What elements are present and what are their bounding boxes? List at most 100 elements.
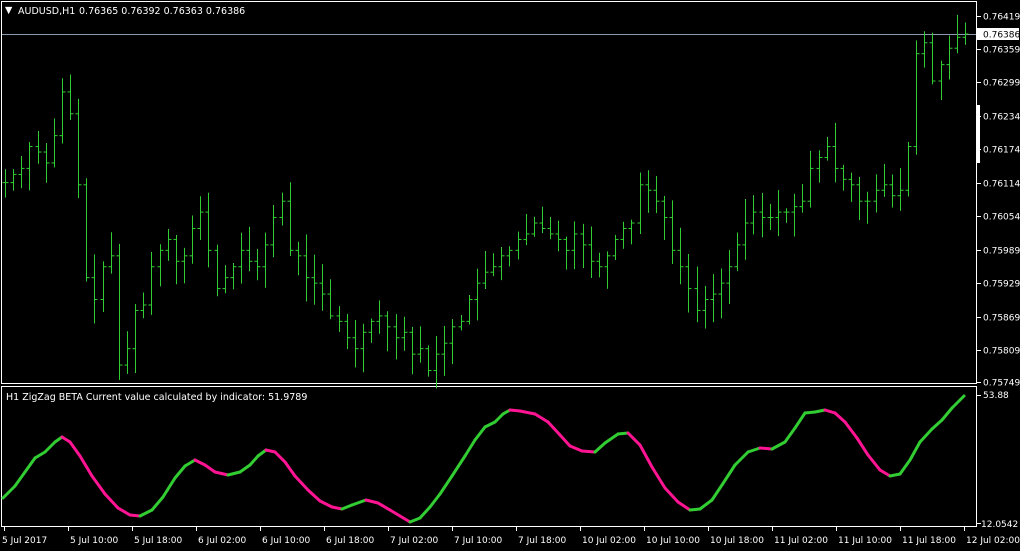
time-tick-label: 6 Jul 10:00: [262, 536, 311, 546]
indicator-segment: [418, 505, 432, 520]
chart-menu-arrow-icon[interactable]: ▼: [5, 5, 13, 16]
price-bar: [108, 232, 115, 274]
scroll-marker[interactable]: [977, 105, 980, 163]
indicator-segment: [428, 492, 442, 509]
price-bar: [677, 227, 684, 285]
price-bar: [848, 172, 855, 202]
current-price-label: 0.76386: [983, 31, 1020, 41]
price-bar: [702, 285, 709, 329]
price-bar: [449, 319, 456, 365]
price-bar: [929, 32, 936, 85]
price-bar: [295, 241, 302, 276]
price-bar: [197, 196, 204, 241]
price-bar: [205, 192, 212, 268]
indicator-segment: [843, 420, 859, 440]
time-tick-label: 5 Jul 10:00: [70, 536, 119, 546]
price-tick-label: 0.76359: [983, 46, 1020, 56]
price-bar: [319, 264, 326, 311]
price-bar: [368, 318, 375, 343]
indicator-segment: [161, 476, 177, 499]
price-bar: [262, 232, 269, 288]
price-bar: [270, 204, 277, 258]
price-bar: [840, 164, 847, 191]
price-bar: [18, 155, 25, 189]
indicator-segment: [203, 463, 217, 474]
indicator-segment: [908, 440, 922, 462]
price-bar: [401, 316, 408, 351]
price-bar: [506, 246, 513, 267]
price-bar: [653, 175, 660, 214]
indicator-segment: [558, 433, 572, 448]
price-bar: [336, 306, 343, 332]
indicator-segment: [855, 436, 870, 457]
indicator-segment: [438, 474, 454, 496]
indicator-segment: [364, 498, 380, 505]
price-bar: [710, 274, 717, 323]
price-axis[interactable]: 0.76419 0.76359 0.76299 0.76234 0.76174 0.761…: [977, 13, 1020, 389]
indicator-segment: [78, 454, 94, 478]
price-bar: [91, 254, 98, 324]
indicator-segment: [318, 499, 334, 509]
indicator-segment: [688, 507, 702, 512]
trading-chart[interactable]: ▼ AUDUSD,H1 0.76365 0.76392 0.76363 0.76…: [0, 0, 1020, 551]
indicator-segment: [306, 488, 322, 503]
price-bar: [905, 141, 912, 197]
price-tick-label: 0.75929: [983, 280, 1020, 290]
time-tick-label: 6 Jul 02:00: [198, 536, 247, 546]
price-bar: [897, 167, 904, 211]
price-bar: [515, 231, 522, 260]
price-bar: [222, 265, 229, 294]
indicator-segment: [568, 444, 584, 453]
indicator-segment: [128, 513, 142, 518]
indicator-segment: [238, 463, 252, 474]
price-bar: [10, 169, 17, 191]
price-tick-label: 0.75989: [983, 247, 1020, 257]
time-tick-label: 7 Jul 10:00: [454, 536, 503, 546]
price-bar: [35, 130, 42, 164]
indicator-segment: [580, 449, 597, 454]
indicator-segment: [833, 411, 847, 424]
price-bar: [393, 314, 400, 360]
indicator-segment: [473, 425, 487, 442]
price-bar: [555, 220, 562, 252]
indicator-segment: [213, 470, 230, 477]
price-bar: [750, 195, 757, 235]
price-bar: [409, 326, 416, 375]
indicator-pane[interactable]: [1, 386, 977, 527]
indicator-segment: [33, 450, 47, 460]
price-bar: [637, 172, 644, 235]
price-bar: [51, 118, 58, 168]
price-bar: [148, 252, 155, 315]
indicator-segment: [388, 508, 402, 518]
indicator-segment: [676, 500, 692, 512]
price-bar: [83, 178, 90, 282]
indicator-segment: [918, 427, 934, 444]
price-bar: [759, 192, 766, 238]
price-pane[interactable]: [1, 1, 977, 384]
indicator-segment: [408, 516, 422, 524]
price-bar: [360, 323, 367, 373]
price-bar: [26, 142, 33, 191]
indicator-segment: [663, 486, 680, 504]
time-tick-label: 6 Jul 18:00: [326, 536, 375, 546]
indicator-segment: [193, 458, 207, 467]
price-bar: [946, 35, 953, 80]
indicator-segment: [1, 484, 17, 500]
indicator-segment: [13, 470, 27, 488]
indicator-segment: [398, 514, 412, 524]
indicator-segment: [68, 440, 82, 458]
indicator-segment: [283, 460, 297, 478]
price-bar: [523, 213, 530, 246]
price-bar: [775, 190, 782, 237]
price-bar: [75, 98, 82, 199]
time-axis[interactable]: 5 Jul 2017 5 Jul 10:00 5 Jul 18:00 6 Jul 02…: [2, 527, 1020, 546]
indicator-segment: [376, 501, 392, 512]
indicator-segment: [878, 468, 892, 478]
price-bar: [311, 254, 318, 305]
price-bar: [384, 311, 391, 352]
price-tick-label: 0.76299: [983, 79, 1020, 89]
indicator-segment: [293, 474, 310, 492]
price-bar: [873, 174, 880, 213]
price-tick-label: 0.76054: [983, 213, 1020, 223]
indicator-segment: [23, 456, 37, 474]
